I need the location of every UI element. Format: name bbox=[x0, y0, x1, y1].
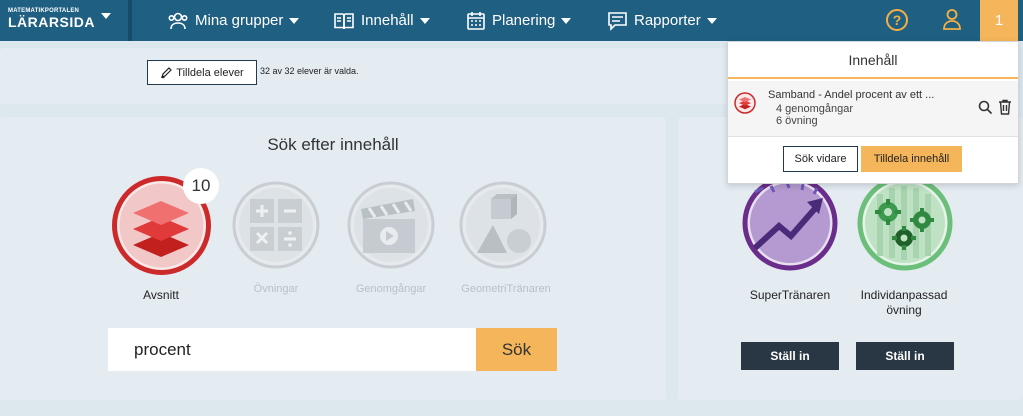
chevron-down-icon bbox=[289, 17, 300, 24]
list-item-title: Samband - Andel procent av ett ... bbox=[768, 89, 935, 101]
chevron-down-icon bbox=[561, 17, 572, 24]
nav-label: Planering bbox=[492, 12, 556, 29]
top-navbar: MATEMATIKPORTALEN LÄRARSIDA Mina grupper… bbox=[0, 0, 1023, 41]
nav-label: Innehåll bbox=[361, 12, 414, 29]
dropdown-title: Innehåll bbox=[728, 42, 1018, 79]
logo-chevron-down-icon[interactable] bbox=[101, 13, 111, 19]
content-dropdown: Innehåll Samband - Andel procent av ett … bbox=[727, 41, 1019, 184]
math-operators-icon[interactable] bbox=[232, 181, 320, 269]
trash-icon[interactable] bbox=[998, 99, 1012, 115]
individual-practice-label-line1[interactable]: Individanpassad bbox=[861, 288, 948, 302]
geometry-shapes-icon[interactable] bbox=[459, 181, 547, 269]
help-icon[interactable]: ? bbox=[886, 9, 908, 31]
nav-innehall[interactable]: Innehåll bbox=[333, 0, 430, 41]
category-label-ovningar[interactable]: Övningar bbox=[254, 283, 299, 295]
layers-icon bbox=[734, 92, 756, 114]
chevron-down-icon bbox=[419, 17, 430, 24]
search-input[interactable] bbox=[108, 328, 478, 371]
nav-label: Rapporter bbox=[634, 12, 701, 29]
report-icon bbox=[608, 11, 627, 31]
search-more-button[interactable]: Sök vidare bbox=[783, 146, 858, 172]
nav-rapporter[interactable]: Rapporter bbox=[607, 0, 717, 41]
list-item[interactable]: Samband - Andel procent av ett ... 4 gen… bbox=[728, 81, 1018, 137]
navbar-divider bbox=[128, 0, 132, 41]
category-label-avsnitt[interactable]: Avsnitt bbox=[143, 288, 179, 302]
gears-icon[interactable] bbox=[856, 174, 954, 272]
super-trainer-label[interactable]: SuperTränaren bbox=[750, 288, 830, 302]
result-count-badge: 10 bbox=[183, 168, 219, 204]
individual-practice-setup-button[interactable]: Ställ in bbox=[856, 342, 954, 370]
logo-big-text: LÄRARSIDA bbox=[8, 14, 95, 30]
calendar-icon bbox=[467, 11, 485, 30]
search-title: Sök efter innehåll bbox=[267, 135, 399, 154]
category-label-genomgangar[interactable]: Genomgångar bbox=[356, 283, 426, 295]
selected-students-note: 32 av 32 elever är valda. bbox=[260, 66, 359, 76]
clapperboard-icon[interactable] bbox=[347, 181, 435, 269]
assign-students-button[interactable]: Tilldela elever bbox=[147, 60, 257, 85]
assign-students-label: Tilldela elever bbox=[176, 66, 244, 79]
assign-panel bbox=[0, 48, 745, 104]
list-item-subtitle: 4 genomgångar bbox=[776, 103, 854, 115]
assign-content-button[interactable]: Tilldela innehåll bbox=[861, 146, 962, 172]
notification-badge[interactable]: 1 bbox=[980, 0, 1018, 41]
super-trainer-setup-button[interactable]: Ställ in bbox=[741, 342, 839, 370]
individual-practice-label-line2[interactable]: övning bbox=[886, 303, 921, 317]
pencil-icon bbox=[161, 66, 173, 78]
nav-planering[interactable]: Planering bbox=[466, 0, 572, 41]
book-icon bbox=[334, 12, 354, 29]
user-icon[interactable] bbox=[942, 8, 962, 30]
nav-mina-grupper[interactable]: Mina grupper bbox=[167, 0, 300, 41]
category-label-geometritranaren[interactable]: GeometriTränaren bbox=[461, 283, 550, 295]
super-trainer-icon[interactable] bbox=[741, 174, 839, 272]
list-item-subtitle: 6 övning bbox=[776, 115, 818, 127]
search-icon[interactable] bbox=[978, 100, 993, 115]
users-icon bbox=[168, 12, 188, 29]
search-button[interactable]: Sök bbox=[476, 328, 557, 371]
app-logo[interactable]: MATEMATIKPORTALEN LÄRARSIDA bbox=[8, 8, 95, 30]
chevron-down-icon bbox=[706, 17, 717, 24]
nav-label: Mina grupper bbox=[195, 12, 284, 29]
